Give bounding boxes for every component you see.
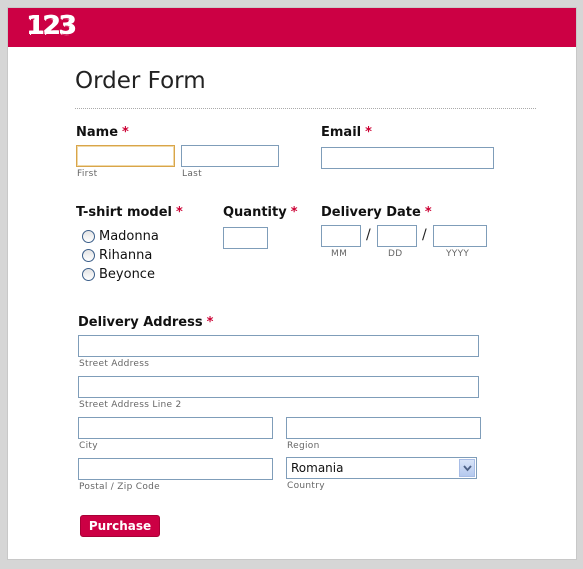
city-input[interactable] [78,417,273,439]
delivery-date-label: Delivery Date * [321,205,432,220]
day-sublabel: DD [388,249,403,259]
year-sublabel: YYYY [446,249,470,259]
street-address-sublabel: Street Address [79,359,150,369]
region-input[interactable] [286,417,481,439]
required-mark: * [424,205,432,220]
postal-code-input[interactable] [78,458,273,480]
delivery-address-label: Delivery Address * [78,315,214,330]
logo: 123 [27,11,77,41]
page-title: Order Form [75,68,206,94]
required-mark: * [365,125,372,140]
first-name-sublabel: First [77,169,98,179]
radio-label: Madonna [99,229,159,244]
brand-header: 123 [8,8,576,47]
country-sublabel: Country [287,481,325,491]
required-mark: * [122,125,129,140]
radio-option-rihanna[interactable]: Rihanna [82,248,152,263]
postal-code-sublabel: Postal / Zip Code [79,482,160,492]
required-mark: * [290,205,298,220]
radio-button[interactable] [82,249,95,262]
chevron-down-icon[interactable] [459,459,475,477]
form-container: 123 Order Form Name * First Last Email * T… [7,7,577,560]
date-separator: / [422,227,427,243]
country-selected-value: Romania [291,461,344,475]
radio-label: Beyonce [99,267,155,282]
first-name-input[interactable] [76,145,175,167]
quantity-input[interactable] [223,227,268,249]
name-label: Name * [76,125,129,140]
radio-button[interactable] [82,230,95,243]
city-sublabel: City [79,441,98,451]
month-sublabel: MM [331,249,348,259]
street-address-line2-sublabel: Street Address Line 2 [79,400,182,410]
last-name-sublabel: Last [182,169,202,179]
date-separator: / [366,227,371,243]
tshirt-model-label: T-shirt model * [76,205,183,220]
street-address-input[interactable] [78,335,479,357]
radio-label: Rihanna [99,248,153,263]
required-mark: * [206,315,214,330]
day-input[interactable] [377,225,417,247]
email-field[interactable] [321,147,494,169]
required-mark: * [176,205,183,220]
purchase-button[interactable]: Purchase [80,515,160,537]
divider [75,108,536,109]
email-label: Email * [321,125,372,140]
month-input[interactable] [321,225,361,247]
country-select[interactable]: Romania [286,457,477,479]
last-name-input[interactable] [181,145,279,167]
quantity-label: Quantity * [223,205,298,220]
radio-option-madonna[interactable]: Madonna [82,229,159,244]
region-sublabel: Region [287,441,320,451]
year-input[interactable] [433,225,487,247]
radio-option-beyonce[interactable]: Beyonce [82,267,155,282]
street-address-line2-input[interactable] [78,376,479,398]
radio-button[interactable] [82,268,95,281]
